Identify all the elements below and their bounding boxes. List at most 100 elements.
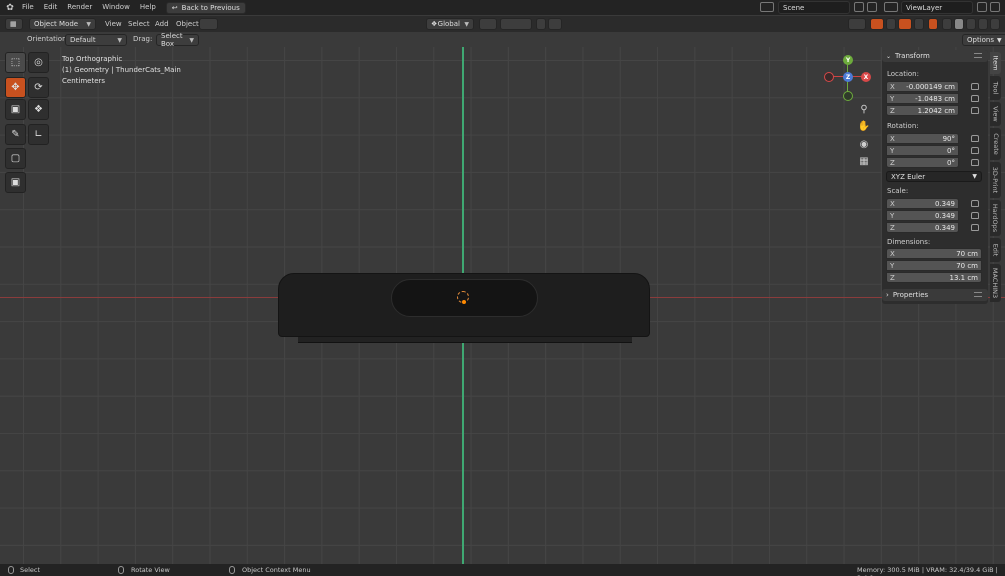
lock-icon[interactable]: [971, 147, 979, 154]
shading-solid-button[interactable]: [954, 18, 964, 30]
select-box-tool-icon[interactable]: ⬚: [5, 52, 26, 73]
transform-tool-icon[interactable]: ❖: [28, 99, 49, 120]
gizmo-x-axis-button[interactable]: X: [861, 72, 871, 82]
gizmo-dropdown[interactable]: [886, 18, 896, 30]
box-cutter-tool-icon[interactable]: ▣: [5, 172, 26, 193]
location-y-field[interactable]: Y -1.0483 cm: [886, 93, 959, 104]
object-info: (1) Geometry | ThunderCats_Main: [62, 66, 181, 74]
menu-render[interactable]: Render: [62, 0, 97, 15]
gpencil-dropdown[interactable]: [199, 18, 218, 30]
lock-icon[interactable]: [971, 224, 979, 231]
scale-tool-icon[interactable]: ▣: [5, 99, 26, 120]
view-layer-selector-icon[interactable]: [884, 2, 898, 12]
lock-icon[interactable]: [971, 83, 979, 90]
new-scene-icon[interactable]: [854, 2, 864, 12]
lock-icon[interactable]: [971, 95, 979, 102]
snap-dropdown[interactable]: [500, 18, 532, 30]
move-tool-icon[interactable]: ✥: [5, 77, 26, 98]
sidebar-panel: ⌄ Transform Location: X -0.000149 cm Y -…: [882, 50, 988, 304]
drag-grip-icon[interactable]: [974, 292, 982, 297]
overlay-toggle[interactable]: [898, 18, 912, 30]
gizmo-neg-y-axis-button[interactable]: [843, 91, 853, 101]
annotate-tool-icon[interactable]: ✎: [5, 124, 26, 145]
shading-material-button[interactable]: [966, 18, 976, 30]
menu-select[interactable]: Select: [128, 18, 150, 30]
pan-hand-icon[interactable]: ✋: [858, 120, 870, 132]
delete-view-layer-icon[interactable]: [990, 2, 1000, 12]
zoom-icon[interactable]: ⚲: [858, 103, 870, 115]
menu-help[interactable]: Help: [135, 0, 161, 15]
tab-view[interactable]: View: [990, 102, 1001, 126]
grid-perspective-icon[interactable]: ▦: [858, 155, 870, 167]
orientation-label: Orientation:: [27, 35, 69, 43]
pivot-point-dropdown[interactable]: [479, 18, 497, 30]
view-layer-field[interactable]: ViewLayer: [901, 1, 973, 14]
lock-icon[interactable]: [971, 107, 979, 114]
lock-icon[interactable]: [971, 200, 979, 207]
back-to-previous-button[interactable]: ↩ Back to Previous: [165, 1, 246, 14]
dimensions-y-field[interactable]: Y 70 cm: [886, 260, 982, 271]
tab-edit[interactable]: Edit: [990, 238, 1001, 262]
drag-grip-icon[interactable]: [974, 53, 982, 58]
transform-orientation-dropdown[interactable]: ❖ Global ▼: [426, 18, 474, 30]
falloff-dropdown[interactable]: [548, 18, 562, 30]
gizmo-z-axis-button[interactable]: Z: [843, 72, 853, 82]
properties-panel-header[interactable]: › Properties: [882, 289, 988, 301]
menu-add[interactable]: Add: [155, 18, 169, 30]
blender-logo-icon[interactable]: ✿: [3, 1, 17, 15]
tab-create[interactable]: Create: [990, 128, 1001, 160]
visibility-dropdown[interactable]: [848, 18, 866, 30]
delete-scene-icon[interactable]: [867, 2, 877, 12]
scene-field[interactable]: Scene: [778, 1, 850, 14]
menu-edit[interactable]: Edit: [39, 0, 63, 15]
lock-icon[interactable]: [971, 159, 979, 166]
proportional-edit-toggle[interactable]: [536, 18, 546, 30]
overlay-dropdown[interactable]: [914, 18, 924, 30]
tab-item[interactable]: Item: [990, 52, 1001, 74]
new-view-layer-icon[interactable]: [977, 2, 987, 12]
rotation-z-field[interactable]: Z 0°: [886, 157, 959, 168]
rotation-mode-dropdown[interactable]: XYZ Euler ▼: [886, 171, 982, 182]
tab-3d-print[interactable]: 3D-Print: [990, 162, 1001, 198]
transform-orientation-label: Global: [437, 20, 460, 28]
dimensions-x-field[interactable]: X 70 cm: [886, 248, 982, 259]
cursor-tool-icon[interactable]: ◎: [28, 52, 49, 73]
mode-dropdown[interactable]: Object Mode ▼: [29, 18, 96, 30]
location-x-field[interactable]: X -0.000149 cm: [886, 81, 959, 92]
xray-toggle[interactable]: [928, 18, 938, 30]
editor-type-dropdown[interactable]: ▦: [5, 18, 23, 30]
scene-selector-icon[interactable]: [760, 2, 774, 12]
add-cube-tool-icon[interactable]: ▢: [5, 148, 26, 169]
tab-tool[interactable]: Tool: [990, 76, 1001, 100]
rotation-y-field[interactable]: Y 0°: [886, 145, 959, 156]
dimensions-z-field[interactable]: Z 13.1 cm: [886, 272, 982, 283]
tab-hardops[interactable]: HardOps: [990, 200, 1001, 236]
camera-icon[interactable]: ◉: [858, 138, 870, 150]
options-dropdown[interactable]: Options ▼: [962, 34, 1005, 46]
menu-file[interactable]: File: [17, 0, 39, 15]
scale-x-field[interactable]: X 0.349: [886, 198, 959, 209]
gizmo-neg-x-axis-button[interactable]: [824, 72, 834, 82]
3d-viewport[interactable]: Top Orthographic (1) Geometry | ThunderC…: [0, 47, 1005, 564]
shading-wireframe-button[interactable]: [942, 18, 952, 30]
shading-dropdown[interactable]: [990, 18, 1000, 30]
measure-tool-icon[interactable]: ∟: [28, 124, 49, 145]
menu-object[interactable]: Object: [176, 18, 199, 30]
menu-view[interactable]: View: [105, 18, 122, 30]
transform-panel-header[interactable]: ⌄ Transform: [882, 50, 988, 62]
chevron-down-icon: ▼: [189, 36, 194, 44]
shading-rendered-button[interactable]: [978, 18, 988, 30]
location-z-field[interactable]: Z 1.2042 cm: [886, 105, 959, 116]
scale-z-field[interactable]: Z 0.349: [886, 222, 959, 233]
rotate-tool-icon[interactable]: ⟳: [28, 77, 49, 98]
lock-icon[interactable]: [971, 212, 979, 219]
rotation-x-field[interactable]: X 90°: [886, 133, 959, 144]
scale-y-field[interactable]: Y 0.349: [886, 210, 959, 221]
orientation-dropdown[interactable]: Default ▼: [65, 34, 127, 46]
menu-window[interactable]: Window: [97, 0, 135, 15]
lock-icon[interactable]: [971, 135, 979, 142]
tab-machin3[interactable]: MACHIN3: [990, 264, 1001, 302]
gizmo-toggle[interactable]: [870, 18, 884, 30]
drag-dropdown[interactable]: Select Box ▼: [156, 32, 199, 48]
gizmo-y-axis-button[interactable]: Y: [843, 55, 853, 65]
